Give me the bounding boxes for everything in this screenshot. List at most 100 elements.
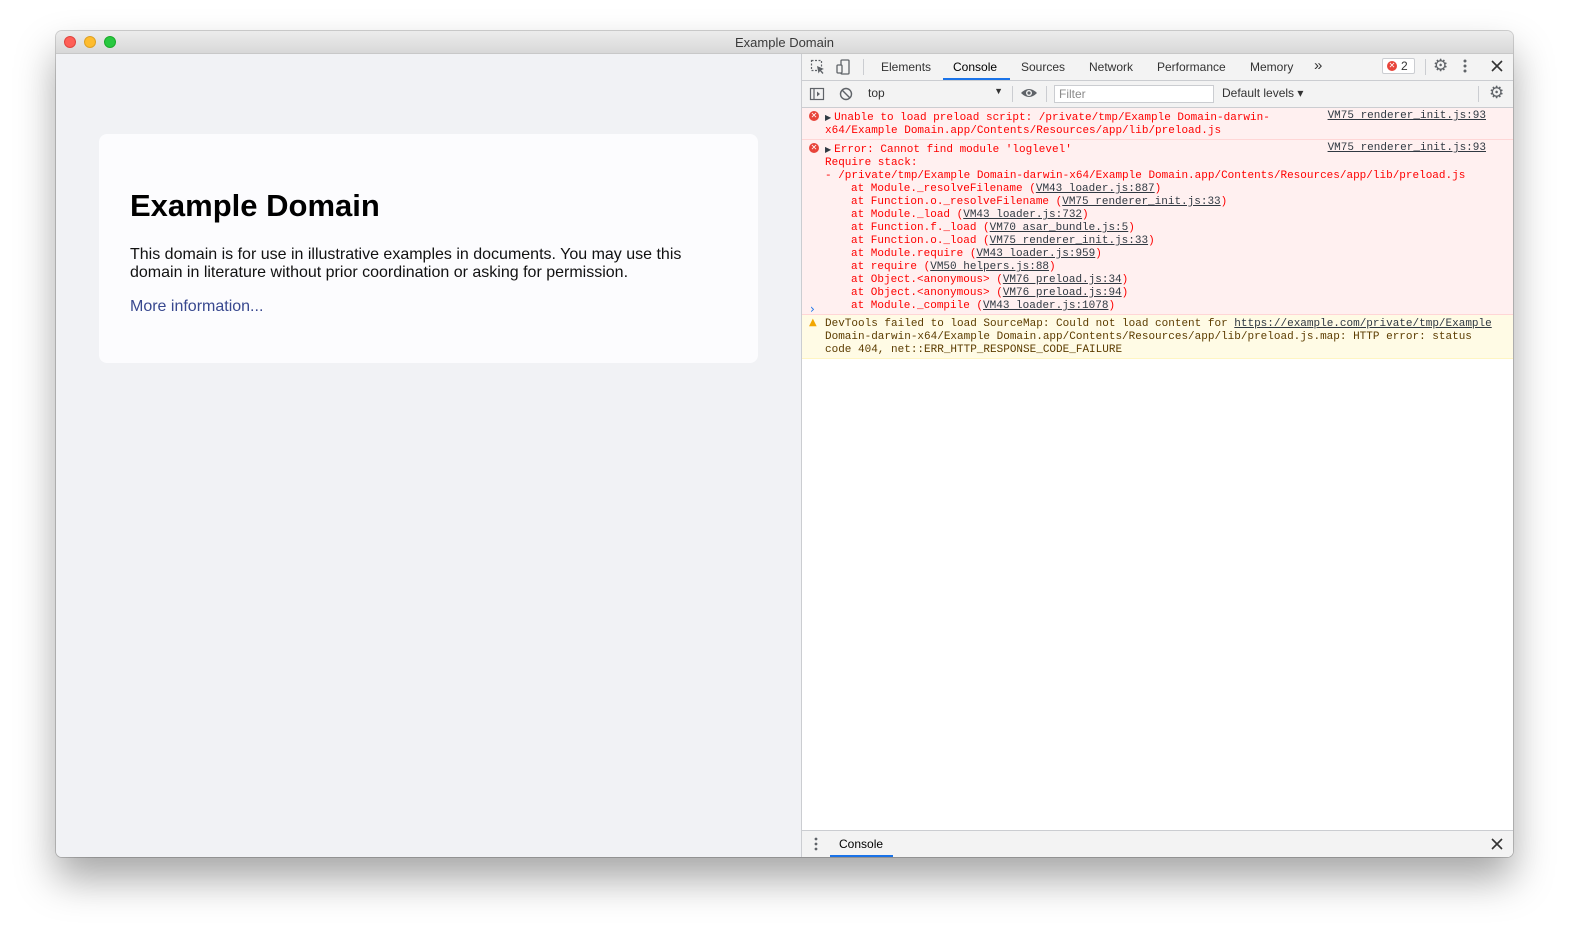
- console-prompt-icon[interactable]: ›: [810, 302, 815, 316]
- stack-frame-end: ): [1220, 196, 1228, 208]
- console-toolbar: top ▼ Default levels ▾ ⚙: [802, 81, 1513, 108]
- tab-elements[interactable]: Elements: [881, 60, 931, 74]
- stack-frame: at require (VM50 helpers.js:88): [802, 261, 1513, 274]
- settings-icon[interactable]: ⚙: [1433, 57, 1448, 74]
- sourcemap-url-link[interactable]: https://example.com/private/tmp/Example: [1234, 318, 1491, 330]
- stack-frame-link[interactable]: VM70 asar_bundle.js:5: [990, 222, 1129, 234]
- toolbar-divider: [1478, 86, 1479, 102]
- message-text: DevTools failed to load SourceMap: Could…: [825, 318, 1235, 330]
- expand-triangle-icon[interactable]: ▶: [825, 145, 831, 154]
- stack-frame-link[interactable]: VM75 renderer_init.js:33: [1062, 196, 1220, 208]
- tab-network[interactable]: Network: [1089, 60, 1133, 74]
- stack-frame-link[interactable]: VM43 loader.js:1078: [983, 300, 1108, 312]
- stack-frame-end: ): [1121, 274, 1129, 286]
- stack-frame: at Object.<anonymous> (VM76 preload.js:9…: [802, 287, 1513, 300]
- drawer-tab-indicator: [830, 855, 893, 857]
- message-text: - /private/tmp/Example Domain-darwin-x64…: [825, 170, 1466, 182]
- stack-frame-link[interactable]: VM50 helpers.js:88: [930, 261, 1049, 273]
- console-settings-icon[interactable]: ⚙: [1489, 84, 1504, 101]
- stack-frame: at Module._resolveFilename (VM43 loader.…: [802, 183, 1513, 196]
- toolbar-divider: [863, 59, 864, 75]
- console-warning-message[interactable]: ▲ DevTools failed to load SourceMap: Cou…: [802, 315, 1513, 359]
- content-card: Example Domain This domain is for use in…: [99, 134, 758, 363]
- message-text: code 404, net::ERR_HTTP_RESPONSE_CODE_FA…: [825, 344, 1123, 356]
- tab-sources[interactable]: Sources: [1021, 60, 1065, 74]
- stack-frame-link[interactable]: VM43 loader.js:887: [1036, 183, 1155, 195]
- stack-frame-link[interactable]: VM75 renderer_init.js:33: [990, 235, 1148, 247]
- tab-performance[interactable]: Performance: [1157, 60, 1226, 74]
- message-text: Domain-darwin-x64/Example Domain.app/Con…: [825, 331, 1472, 343]
- stack-frame-fn: at Module.require (: [851, 248, 977, 260]
- stack-frame-end: ): [1148, 235, 1155, 247]
- web-page: Example Domain This domain is for use in…: [56, 54, 801, 857]
- more-information-link[interactable]: More information...: [130, 298, 263, 316]
- stack-frame-end: ): [1154, 183, 1162, 195]
- stack-frame-link[interactable]: VM76 preload.js:94: [1003, 287, 1122, 299]
- stack-frame-fn: at Function.o._resolveFilename (: [851, 196, 1063, 208]
- console-error-message[interactable]: ✕ VM75 renderer_init.js:93 ▶ Error: Canno…: [802, 140, 1513, 315]
- drawer-tab-console[interactable]: Console: [839, 837, 883, 851]
- stack-frame-fn: at Module._compile (: [851, 300, 984, 312]
- stack-frame-fn: at require (: [851, 261, 931, 273]
- stack-frame-end: ): [1128, 222, 1135, 234]
- stack-frame: at Module._compile (VM43 loader.js:1078): [802, 300, 1513, 313]
- stack-frame: at Object.<anonymous> (VM76 preload.js:3…: [802, 274, 1513, 287]
- tab-console[interactable]: Console: [953, 60, 997, 74]
- stack-frame-link[interactable]: VM76 preload.js:34: [1003, 274, 1122, 286]
- error-icon: ✕: [1387, 61, 1397, 71]
- stack-frame-end: ): [1082, 209, 1089, 221]
- device-toggle-icon[interactable]: [836, 59, 852, 78]
- sidebar-toggle-icon[interactable]: [809, 86, 825, 105]
- toolbar-divider: [1012, 86, 1013, 102]
- more-vert-icon[interactable]: [1461, 58, 1469, 77]
- close-icon[interactable]: [1490, 59, 1504, 76]
- stack-frame-fn: at Function.f._load (: [851, 222, 990, 234]
- stack-frame-end: ): [1049, 261, 1056, 273]
- devtools-tab-bar: Elements Console Sources Network Perform…: [802, 54, 1513, 81]
- eye-icon[interactable]: [1020, 86, 1038, 103]
- stack-frame-end: ): [1108, 300, 1116, 312]
- message-text: Require stack:: [825, 157, 918, 169]
- log-levels-dropdown[interactable]: Default levels ▾: [1222, 86, 1303, 100]
- filter-input[interactable]: [1054, 85, 1214, 103]
- page-description: This domain is for use in illustrative e…: [130, 246, 682, 281]
- stack-frame-fn: at Object.<anonymous> (: [851, 287, 1003, 299]
- app-window: Example Domain Example Domain This domai…: [56, 31, 1513, 857]
- stack-frame-fn: at Module._load (: [851, 209, 964, 221]
- stack-frame-fn: at Module._resolveFilename (: [851, 183, 1036, 195]
- stack-frame: at Module.require (VM43 loader.js:959): [802, 248, 1513, 261]
- context-value: top: [868, 86, 885, 100]
- stack-frame: at Function.o._resolveFilename (VM75 ren…: [802, 196, 1513, 209]
- stack-frame-end: ): [1095, 248, 1102, 260]
- stack-frame-link[interactable]: VM43 loader.js:732: [963, 209, 1082, 221]
- console-error-message[interactable]: ✕ VM75 renderer_init.js:93 ▶ Unable to lo…: [802, 108, 1513, 140]
- window-title: Example Domain: [735, 35, 834, 50]
- stack-frame-fn: at Object.<anonymous> (: [851, 274, 1003, 286]
- expand-triangle-icon[interactable]: ▶: [825, 113, 831, 122]
- message-text: Error: Cannot find module 'loglevel': [834, 144, 1072, 156]
- page-heading: Example Domain: [130, 188, 380, 223]
- console-messages: ✕ VM75 renderer_init.js:93 ▶ Unable to lo…: [802, 108, 1513, 359]
- chevron-down-icon: ▼: [994, 86, 1003, 96]
- error-count: 2: [1401, 59, 1408, 73]
- stack-frame-link[interactable]: VM43 loader.js:959: [976, 248, 1095, 260]
- stack-frame: at Module._load (VM43 loader.js:732): [802, 209, 1513, 222]
- stack-frame-fn: at Function.o._load (: [851, 235, 990, 247]
- active-tab-indicator: [943, 78, 1010, 80]
- more-tabs-button[interactable]: »: [1314, 57, 1322, 74]
- stack-frame: at Function.f._load (VM70 asar_bundle.js…: [802, 222, 1513, 235]
- stack-frame-end: ): [1121, 287, 1129, 299]
- toolbar-divider: [1046, 86, 1047, 102]
- tab-memory[interactable]: Memory: [1250, 60, 1293, 74]
- toolbar-divider: [1425, 59, 1426, 75]
- drawer-close-icon[interactable]: [1490, 837, 1504, 854]
- inspect-icon[interactable]: [810, 59, 826, 78]
- message-text: Unable to load preload script: /private/…: [834, 112, 1270, 124]
- message-text: x64/Example Domain.app/Contents/Resource…: [825, 125, 1222, 137]
- title-bar: Example Domain: [56, 31, 1513, 54]
- devtools-panel: Elements Console Sources Network Perform…: [801, 54, 1513, 857]
- error-count-badge[interactable]: ✕ 2: [1382, 58, 1415, 74]
- drawer-menu-icon[interactable]: [812, 836, 820, 855]
- context-selector[interactable]: top ▼: [868, 86, 1003, 102]
- clear-console-icon[interactable]: [838, 86, 854, 105]
